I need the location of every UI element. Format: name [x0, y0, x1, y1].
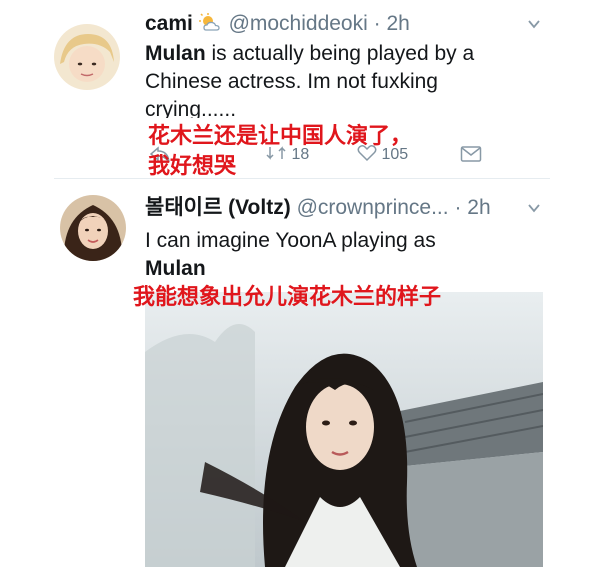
timestamp[interactable]: · 2h — [454, 196, 490, 219]
message-icon[interactable] — [460, 145, 482, 168]
display-name[interactable]: cami — [145, 12, 193, 35]
handle[interactable]: @crownprince... — [297, 196, 449, 219]
overlay-caption-line1: 花木兰还是让中国人演了， — [148, 124, 413, 149]
chevron-down-icon[interactable] — [528, 201, 540, 213]
tweet-text: Mulan is actually being played by a Chin… — [145, 40, 474, 118]
timeline: cami @mochiddeoki · 2h Mulan is actually… — [0, 0, 594, 567]
overlay-caption-line2: 我好想哭 — [148, 154, 237, 179]
tweet-text-line1: I can imagine YoonA playing as — [145, 229, 436, 252]
chevron-down-icon[interactable] — [528, 17, 540, 29]
mulan-bold: Mulan — [145, 42, 206, 65]
tweet-header: 볼태이르 (Voltz) @crownprince... · 2h — [145, 196, 491, 220]
overlay-caption: 花木兰还是让中国人演了， 我好想哭 — [148, 122, 412, 182]
timestamp[interactable]: · 2h — [374, 12, 410, 35]
tweet-text: I can imagine YoonA playing as Mulan — [145, 227, 436, 283]
avatar[interactable] — [60, 195, 126, 261]
tweet-text-line2: Chinese actress. Im not fuxking — [145, 70, 438, 93]
tweet-media-image[interactable] — [145, 292, 543, 567]
tweet-text-line3: crying...... — [145, 98, 237, 118]
weather-cloud-sun-icon — [198, 13, 223, 33]
mulan-bold: Mulan — [145, 257, 206, 280]
tweet-header: cami @mochiddeoki · 2h — [145, 12, 410, 36]
tweet-text-line1: is actually being played by a — [205, 42, 475, 65]
display-name[interactable]: 볼태이르 (Voltz) — [145, 196, 291, 219]
overlay-caption: 我能想象出允儿演花木兰的样子 — [133, 285, 442, 310]
avatar[interactable] — [54, 24, 120, 90]
handle[interactable]: @mochiddeoki — [229, 12, 368, 35]
